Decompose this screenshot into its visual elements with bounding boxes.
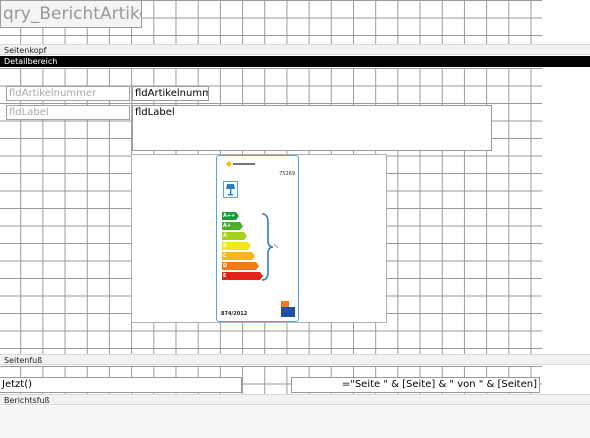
section-bar-detail[interactable]: Detailbereich: [0, 56, 590, 67]
report-header-blank: [542, 0, 590, 44]
brand-logo-icon: [226, 160, 256, 168]
energy-class-arrow: E: [222, 272, 263, 280]
energy-class-arrow: B: [222, 242, 251, 250]
section-bar-report-footer[interactable]: Berichtsfuß: [0, 394, 590, 405]
energy-class-scale: A++ A+ A B C D E: [222, 212, 262, 282]
lamp-icon: [223, 181, 238, 198]
section-label-page-footer: Seitenfuß: [4, 356, 43, 365]
footer-date-expression[interactable]: Jetzt(): [0, 377, 242, 393]
energy-class-arrow: D: [222, 262, 259, 270]
detail-right-blank: [542, 68, 590, 354]
energy-class-arrow: A++: [222, 212, 239, 220]
footer-page-expression[interactable]: ="Seite " & [Seite] & " von " & [Seiten]: [291, 377, 540, 393]
section-label-report-footer: Berichtsfuß: [4, 396, 50, 405]
eu-flag-icon: [281, 301, 295, 317]
energy-class-arrow: A+: [222, 222, 243, 230]
energy-label-image: 75269 A++ A+ A B C D E 874/2012: [216, 155, 299, 322]
section-bar-page-header[interactable]: Seitenkopf: [0, 44, 590, 55]
report-footer-area: [0, 406, 590, 438]
brace-icon: [260, 212, 280, 282]
report-title-label[interactable]: qry_BerichtArtikel: [0, 0, 142, 28]
label-artikelnummer[interactable]: fldArtikelnummer: [6, 86, 130, 101]
energy-regulation: 874/2012: [221, 311, 248, 317]
section-label-detail: Detailbereich: [4, 57, 58, 66]
energy-class-arrow: C: [222, 252, 255, 260]
label-fldlabel[interactable]: fldLabel: [6, 105, 130, 120]
energy-class-arrow: A: [222, 232, 247, 240]
energy-model-number: 75269: [279, 171, 295, 177]
field-fldlabel[interactable]: fldLabel: [132, 105, 492, 151]
section-label-page-header: Seitenkopf: [4, 46, 47, 55]
page-footer-blank: [542, 366, 590, 394]
field-artikelnummer[interactable]: fldArtikelnumm: [132, 86, 209, 101]
section-bar-page-footer[interactable]: Seitenfuß: [0, 354, 590, 365]
